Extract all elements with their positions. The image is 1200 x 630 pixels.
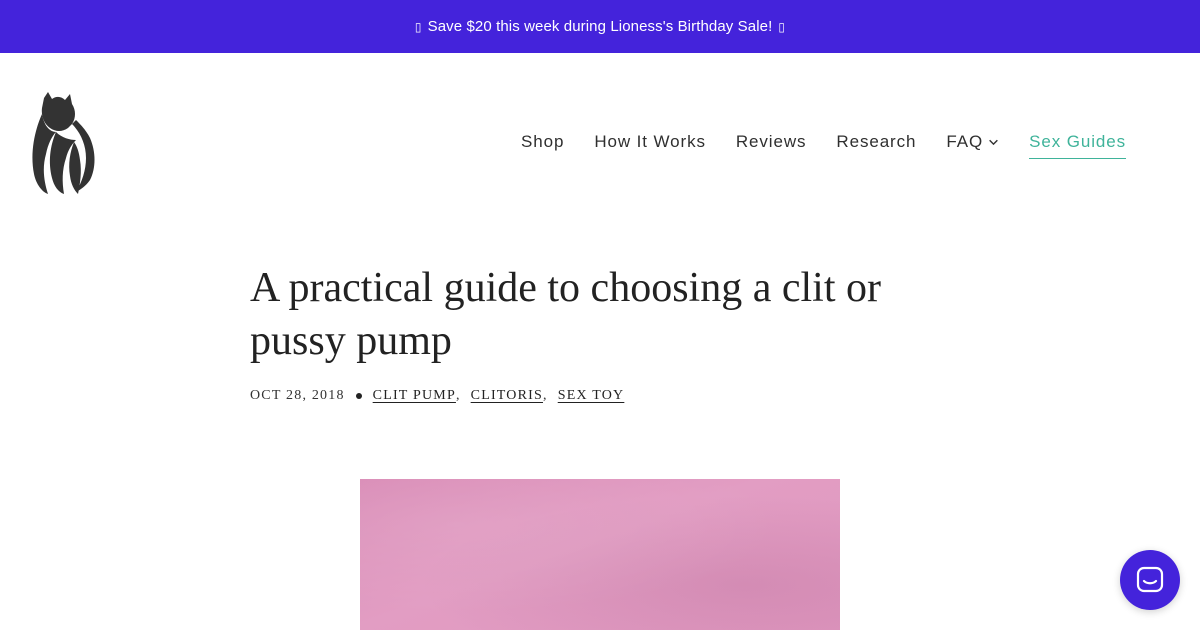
gift-icon: ▯: [778, 19, 786, 34]
nav-item-reviews[interactable]: Reviews: [736, 128, 807, 159]
meta-separator-dot: [355, 393, 362, 399]
tag-separator: ,: [455, 388, 461, 403]
nav-item-label: Research: [836, 132, 917, 151]
tag-link[interactable]: CLITORIS: [471, 388, 543, 404]
main-nav: Shop How It Works Reviews Research FAQ S…: [521, 128, 1126, 164]
nav-item-label: Reviews: [735, 132, 807, 151]
article-date: OCT 28, 2018: [250, 388, 345, 403]
article-meta: OCT 28, 2018 CLIT PUMP, CLITORIS, SEX TO…: [250, 388, 624, 404]
nav-item-label: Sex Guides: [1029, 132, 1126, 151]
gift-icon: ▯: [414, 19, 422, 34]
announcement-text: Save $20 this week during Lioness's Birt…: [427, 18, 773, 35]
chevron-down-icon: [989, 139, 998, 146]
tag-link[interactable]: SEX TOY: [558, 388, 625, 404]
nav-item-label: FAQ: [946, 132, 984, 151]
nav-item-sex-guides[interactable]: Sex Guides: [1029, 128, 1126, 159]
tag-separator: ,: [543, 388, 548, 403]
nav-item-research[interactable]: Research: [836, 128, 916, 159]
nav-item-label: How It Works: [594, 132, 706, 151]
announcement-bar: ▯ Save $20 this week during Lioness's Bi…: [0, 0, 1200, 53]
article-title: A practical guide to choosing a clit or …: [250, 265, 881, 364]
chat-bubble-icon: [1136, 566, 1164, 593]
nav-item-label: Shop: [521, 132, 565, 151]
lioness-logo-icon[interactable]: [30, 92, 98, 194]
tag-link[interactable]: CLIT PUMP: [373, 388, 456, 404]
nav-item-faq[interactable]: FAQ: [946, 128, 999, 159]
hero-image: [360, 479, 840, 630]
nav-item-how-it-works[interactable]: How It Works: [594, 128, 706, 159]
nav-item-shop[interactable]: Shop: [521, 128, 564, 159]
chat-launcher-button[interactable]: [1120, 550, 1180, 610]
